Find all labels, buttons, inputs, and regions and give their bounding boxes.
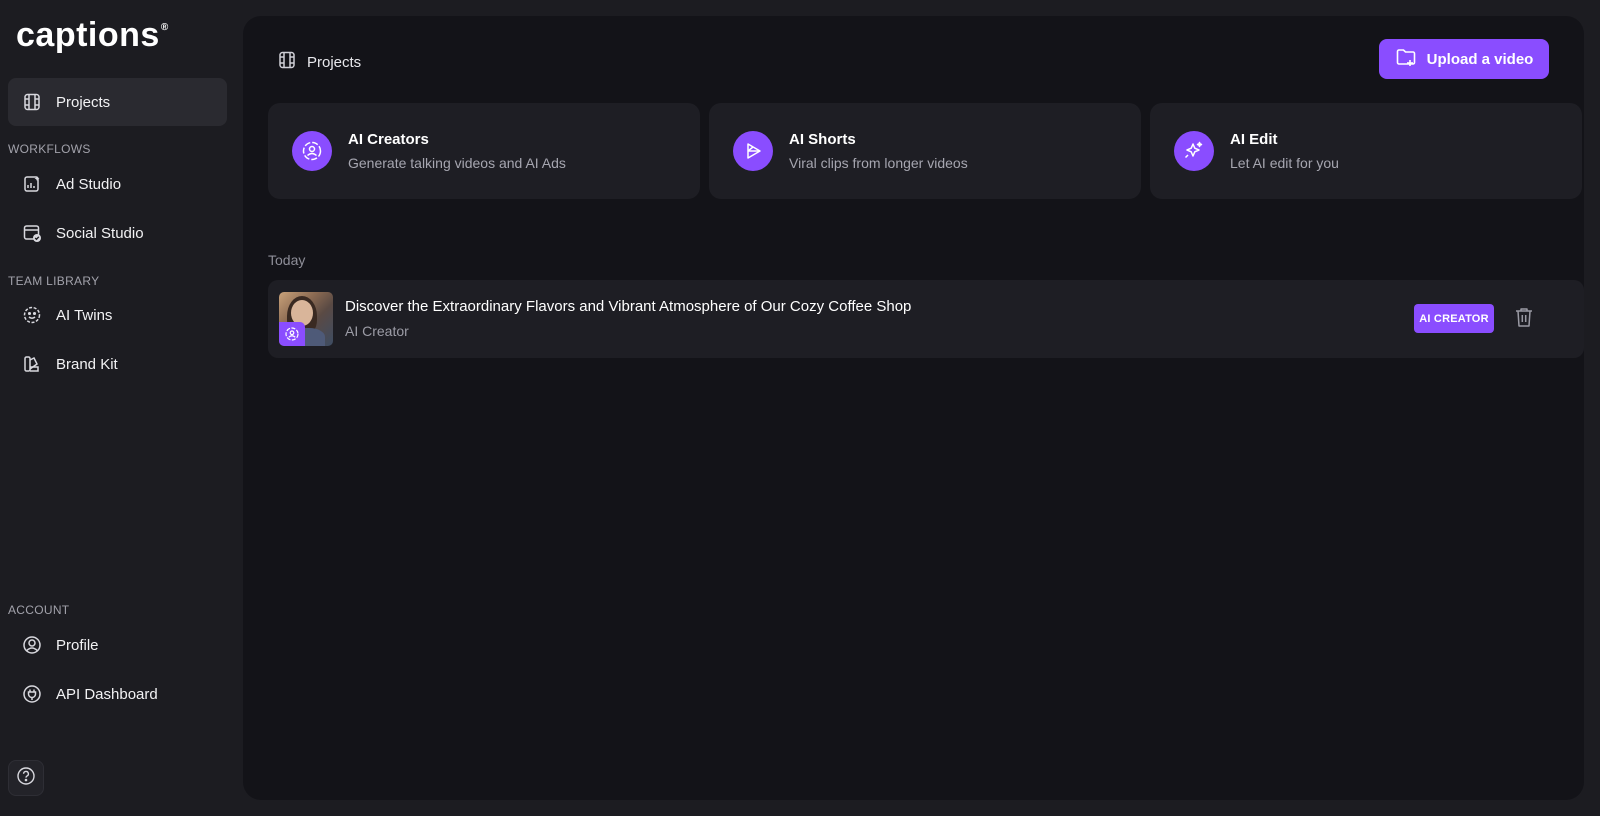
project-thumbnail (279, 292, 333, 346)
card-title: AI Creators (348, 131, 429, 148)
logo-text: captions (16, 16, 160, 54)
workflows-heading: WORKFLOWS (8, 142, 91, 156)
sidebar-item-label: Profile (56, 636, 99, 654)
captions-logo[interactable]: captions® (16, 16, 169, 55)
delete-project-button[interactable] (1513, 307, 1535, 331)
folder-plus-icon (1395, 46, 1417, 72)
help-button[interactable] (8, 760, 44, 796)
sidebar-item-label: Brand Kit (56, 355, 118, 373)
sidebar-item-ai-twins[interactable]: AI Twins (8, 291, 227, 339)
plug-icon (22, 684, 42, 704)
question-circle-icon (16, 766, 36, 791)
project-group-label: Today (268, 252, 306, 268)
logo-registered-mark: ® (160, 22, 169, 33)
project-type: AI Creator (345, 323, 409, 339)
card-subtitle: Viral clips from longer videos (789, 155, 968, 171)
brand-kit-icon (22, 354, 42, 374)
sidebar-item-label: Social Studio (56, 224, 144, 242)
ad-studio-icon (22, 174, 42, 194)
breadcrumb: Projects (277, 50, 361, 74)
app-root: captions® Projects WORKFLOWS Ad Studio S… (0, 0, 1600, 816)
sidebar-item-label: API Dashboard (56, 685, 158, 703)
card-title: AI Edit (1230, 131, 1278, 148)
ai-shorts-card[interactable]: AI Shorts Viral clips from longer videos (709, 103, 1141, 199)
sidebar-item-brand-kit[interactable]: Brand Kit (8, 340, 227, 388)
upload-video-button[interactable]: Upload a video (1379, 39, 1549, 79)
sidebar: captions® Projects WORKFLOWS Ad Studio S… (0, 0, 240, 816)
trash-icon (1514, 306, 1534, 333)
sidebar-item-social-studio[interactable]: Social Studio (8, 209, 227, 257)
workflow-cards: AI Creators Generate talking videos and … (268, 103, 1582, 199)
sidebar-item-ad-studio[interactable]: Ad Studio (8, 160, 227, 208)
card-title: AI Shorts (789, 131, 856, 148)
card-subtitle: Let AI edit for you (1230, 155, 1339, 171)
calendar-check-icon (22, 223, 42, 243)
sparkle-icon (1174, 131, 1214, 171)
sidebar-item-api-dashboard[interactable]: API Dashboard (8, 670, 227, 718)
account-heading: ACCOUNT (8, 603, 70, 617)
main-panel: Projects Upload a video AI Creators Gene… (243, 16, 1584, 800)
play-shorts-icon (733, 131, 773, 171)
project-row[interactable]: Discover the Extraordinary Flavors and V… (268, 280, 1584, 358)
ai-creators-card[interactable]: AI Creators Generate talking videos and … (268, 103, 700, 199)
smiley-face-icon (22, 305, 42, 325)
film-icon (277, 50, 297, 74)
page-title: Projects (307, 53, 362, 71)
sidebar-item-label: AI Twins (56, 306, 113, 324)
ai-creator-icon (292, 131, 332, 171)
project-type-badge: AI CREATOR (1414, 304, 1494, 333)
ai-edit-card[interactable]: AI Edit Let AI edit for you (1150, 103, 1582, 199)
ai-creator-badge-icon (279, 322, 305, 346)
upload-video-label: Upload a video (1426, 50, 1534, 68)
team-library-heading: TEAM LIBRARY (8, 274, 100, 288)
film-icon (22, 92, 42, 112)
sidebar-item-label: Projects (56, 93, 111, 111)
sidebar-item-projects[interactable]: Projects (8, 78, 227, 126)
user-circle-icon (22, 635, 42, 655)
card-subtitle: Generate talking videos and AI Ads (348, 155, 566, 171)
sidebar-item-label: Ad Studio (56, 175, 122, 193)
project-title: Discover the Extraordinary Flavors and V… (345, 298, 912, 315)
sidebar-item-profile[interactable]: Profile (8, 621, 227, 669)
